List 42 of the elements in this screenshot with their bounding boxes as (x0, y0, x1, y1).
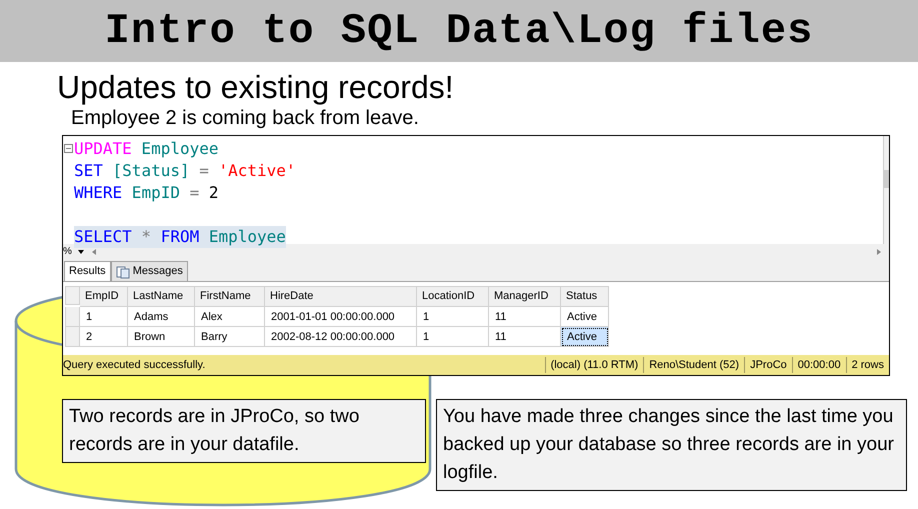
scroll-right-icon[interactable] (877, 249, 881, 255)
table-cell: 1 (80, 307, 128, 327)
column-header[interactable]: LastName (128, 286, 195, 307)
slide-heading: Updates to existing records! (57, 68, 455, 106)
status-segment: Reno\Student (52) (643, 356, 744, 374)
status-segment: JProCo (744, 356, 792, 374)
column-header[interactable]: EmpID (80, 286, 128, 307)
status-message: Query executed successfully. (63, 358, 206, 373)
column-header[interactable]: HireDate (265, 286, 417, 307)
table-cell: 11 (489, 307, 561, 327)
document-icon (116, 264, 130, 278)
column-header[interactable]: ManagerID (489, 286, 561, 307)
status-segment: 00:00:00 (792, 356, 846, 374)
code-line: UPDATE Employee (74, 138, 218, 160)
table-cell: 1 (417, 307, 489, 327)
zoom-level[interactable]: % (63, 247, 72, 257)
vertical-scrollbar[interactable] (883, 136, 889, 244)
slide-subheading: Employee 2 is coming back from leave. (71, 106, 420, 130)
table-cell: 2002-08-12 00:00:00.000 (265, 327, 417, 347)
table-cell: Brown (128, 327, 195, 347)
table-cell: 2 (80, 327, 128, 347)
table-cell: Alex (195, 307, 265, 327)
table-cell: Adams (128, 307, 195, 327)
status-segment: 2 rows (846, 356, 889, 374)
table-cell: Active (561, 327, 609, 347)
table-cell: 2001-01-01 00:00:00.000 (265, 307, 417, 327)
dropdown-caret-icon[interactable] (78, 250, 84, 254)
callout-text: Two records are in JProCo, so two records are in your datafile. (62, 399, 426, 463)
result-tab[interactable]: Messages (110, 261, 188, 281)
table-cell: 1 (417, 327, 489, 347)
column-header[interactable]: Status (561, 286, 609, 307)
scroll-left-icon[interactable] (92, 249, 96, 255)
slide-title: Intro to SQL Data\Log files (104, 6, 814, 56)
status-segment: (local) (11.0 RTM) (544, 356, 644, 374)
callout-text: You have made three changes since the last time you backed up your database so three records are in your logfile. (436, 399, 907, 491)
column-header[interactable]: FirstName (195, 286, 265, 307)
code-line: SET [Status] = 'Active' (74, 160, 296, 182)
column-header[interactable]: LocationID (417, 286, 489, 307)
table-cell: Barry (195, 327, 265, 347)
collapse-icon[interactable] (64, 144, 73, 153)
result-tab[interactable]: Results (64, 261, 111, 281)
code-line: WHERE EmpID = 2 (74, 182, 218, 204)
